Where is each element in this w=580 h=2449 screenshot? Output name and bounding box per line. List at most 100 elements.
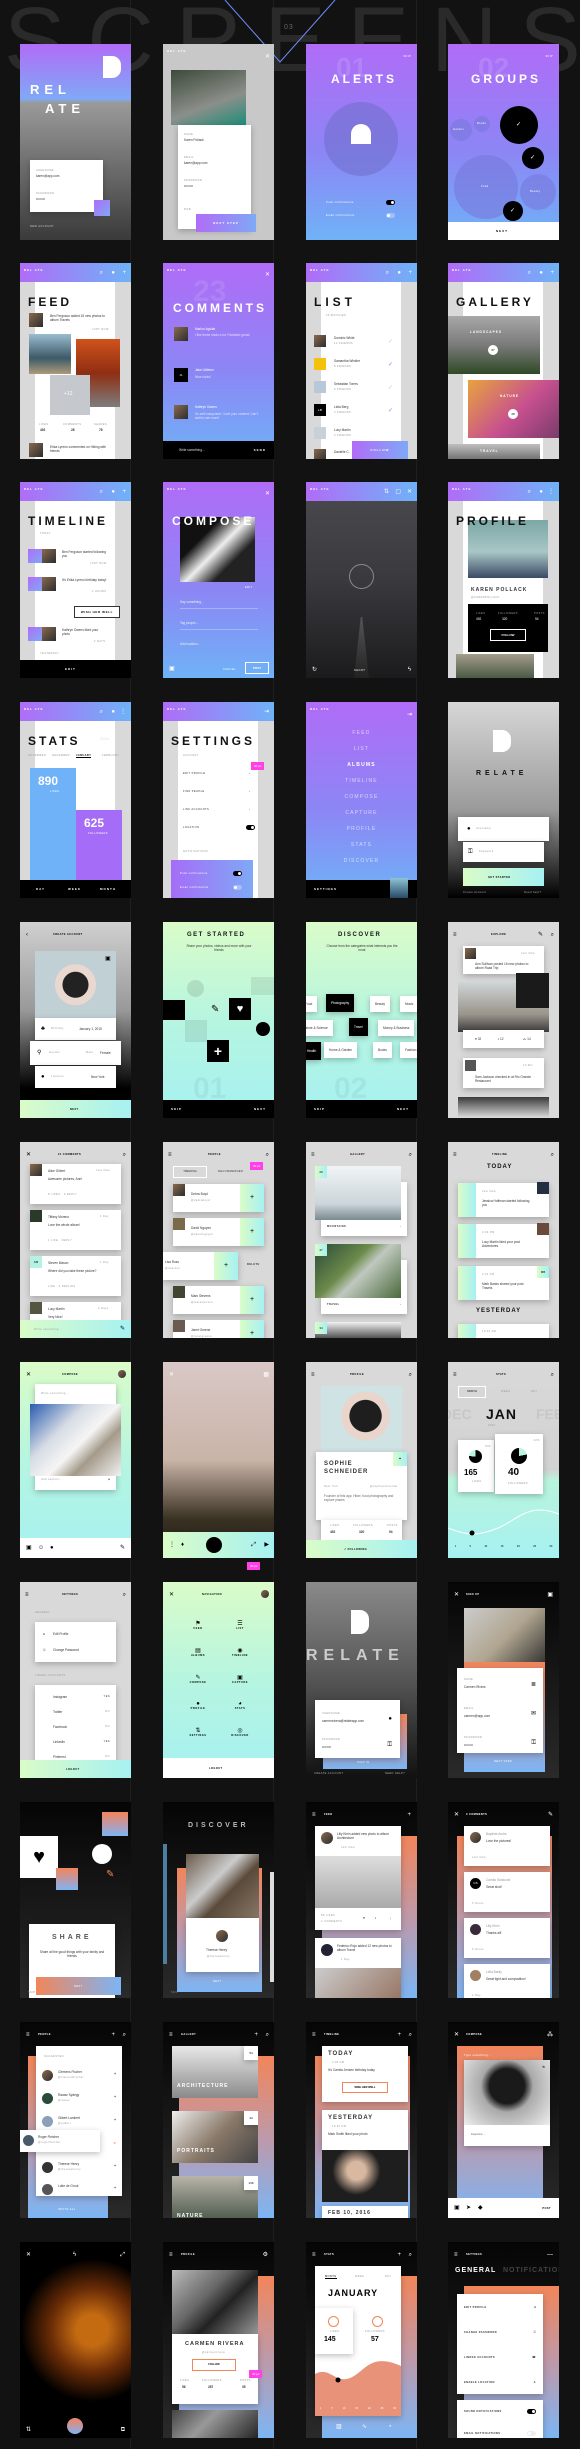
category-chip[interactable]: Home & Garden <box>324 1042 358 1058</box>
compose-input[interactable]: Write something... <box>41 1392 69 1395</box>
enable-location-item[interactable]: ENABLE LOCATION <box>464 2381 495 2384</box>
shutter-button[interactable] <box>206 1537 222 1553</box>
user-avatar[interactable] <box>390 878 408 898</box>
camera-icon[interactable]: ▣ <box>26 1545 32 1551</box>
logout-button[interactable]: LOGOUT <box>20 1760 131 1778</box>
menu-item[interactable]: COMPOSE <box>306 794 417 810</box>
remove-person-button[interactable]: ✕ <box>113 2141 116 2145</box>
flip-icon[interactable]: ⇅ <box>26 2427 31 2433</box>
instagram-item[interactable]: Instagram <box>53 1695 67 1699</box>
avatar[interactable] <box>537 1182 549 1194</box>
next-button[interactable]: NEXT <box>36 1977 121 1995</box>
avatar[interactable] <box>173 1320 185 1332</box>
password-field[interactable]: ⚿ Password <box>463 842 544 862</box>
shoot-button[interactable]: SHOOT <box>354 669 365 672</box>
add-person-button[interactable]: + <box>114 2186 116 2190</box>
add-friend-button[interactable]: + <box>214 1252 238 1280</box>
grid-icon[interactable]: ▦ <box>263 1372 269 1378</box>
category-chip[interactable]: Fashion <box>400 1042 417 1058</box>
like-button[interactable]: ♥ <box>363 1916 365 1920</box>
grid-icon[interactable]: ▢ <box>395 489 401 495</box>
avatar[interactable] <box>216 1930 228 1942</box>
add-icon[interactable]: + <box>397 2252 401 2258</box>
camera-icon[interactable]: ▣ <box>547 1592 553 1598</box>
linked-accounts-item[interactable]: LINKED ACCOUNTS <box>464 2356 495 2359</box>
menu-item-active[interactable]: ALBUMS <box>306 762 417 778</box>
next-button[interactable]: NEXT <box>254 1107 266 1111</box>
add-person-button[interactable]: + <box>114 2164 116 2168</box>
close-icon[interactable]: ✕ <box>454 1592 459 1598</box>
add-person-button[interactable]: + <box>114 2095 116 2099</box>
message-icon[interactable]: ▪ <box>393 1452 407 1466</box>
check-icon[interactable]: ✓ <box>388 362 393 368</box>
avatar[interactable] <box>173 1184 185 1196</box>
nav-item-discover[interactable]: ◎ DISCOVER <box>219 1727 261 1737</box>
search-icon[interactable]: ⌕ <box>266 2032 269 2038</box>
menu-icon[interactable]: ≡ <box>169 2032 173 2038</box>
add-person-button[interactable]: + <box>114 2072 116 2076</box>
menu-icon[interactable]: ≡ <box>169 2252 173 2258</box>
avatar[interactable] <box>42 2070 53 2081</box>
avatar[interactable] <box>42 2184 53 2195</box>
tab-trending[interactable]: TRENDING <box>173 1166 207 1178</box>
avatar[interactable] <box>42 2116 53 2127</box>
avatar[interactable] <box>390 2052 402 2064</box>
search-icon[interactable]: ⌕ <box>386 270 389 276</box>
location-icon[interactable]: ● <box>50 1545 54 1551</box>
user-avatar[interactable] <box>118 1370 126 1378</box>
avatar[interactable] <box>537 1223 549 1235</box>
timeline-photo[interactable] <box>322 2150 408 2202</box>
like-button[interactable]: ♥ 32 <box>475 1037 481 1041</box>
month-tab[interactable]: DECEMBER <box>52 754 70 757</box>
help-link[interactable]: NEED HELP? <box>385 1772 405 1775</box>
search-icon[interactable]: ⌕ <box>100 709 103 715</box>
prev-month[interactable]: DEC <box>448 1406 472 1422</box>
nav-item-feed[interactable]: ⚑ FEED <box>177 1620 219 1630</box>
image-icon[interactable]: ▣ <box>454 2205 460 2211</box>
avatar[interactable] <box>314 358 326 370</box>
post-button[interactable]: POST <box>245 662 269 674</box>
nav-item-compose[interactable]: ✎ COMPOSE <box>177 1674 219 1684</box>
more-icon[interactable]: ⋮ <box>169 1542 175 1548</box>
twitter-item[interactable]: Twitter <box>53 1710 62 1714</box>
close-icon[interactable]: ✕ <box>26 1372 31 1378</box>
location-input[interactable]: Add location... <box>180 642 200 646</box>
add-icon[interactable]: + <box>397 2032 401 2038</box>
add-friend-button[interactable]: + <box>240 1286 264 1314</box>
close-icon[interactable]: ✕ <box>26 1152 31 1158</box>
switch-camera-icon[interactable]: ⤢ <box>120 2252 125 2258</box>
album-architecture[interactable]: ARCHITECTURE 54 <box>172 2046 258 2098</box>
menu-item[interactable]: LIST <box>306 746 417 762</box>
avatar[interactable] <box>173 1286 185 1298</box>
invite-all-button[interactable]: INVITE ALL <box>58 2208 76 2211</box>
birthday-field[interactable]: ♣ Birthday January 1, 2015 <box>35 1018 116 1040</box>
next-button[interactable]: NEXT <box>448 222 559 240</box>
nav-item-profile[interactable]: ● PROFILE <box>177 1701 219 1710</box>
username-input[interactable]: karen@app.com <box>36 174 59 178</box>
search-icon[interactable]: ⌕ <box>409 2252 412 2258</box>
tag-icon[interactable]: ◆ <box>478 2205 483 2211</box>
add-icon[interactable]: + <box>111 2032 115 2038</box>
avatar[interactable] <box>470 1924 481 1935</box>
avatar[interactable] <box>173 1218 185 1230</box>
nav-item-stats[interactable]: ◕ STATS <box>219 1701 261 1710</box>
menu-item[interactable]: PROFILE <box>306 826 417 842</box>
link-accounts-item[interactable]: LINK ACCOUNTS <box>183 808 209 811</box>
bell-icon[interactable]: ● <box>111 489 115 495</box>
album-travel[interactable]: TRAVEL <box>448 444 540 459</box>
nav-item-settings[interactable]: ⇅ SETTINGS <box>177 1727 219 1737</box>
add-icon[interactable]: + <box>122 270 126 276</box>
add-icon[interactable]: + <box>407 1812 411 1818</box>
check-icon[interactable]: ✓ <box>388 339 393 345</box>
comment-input[interactable]: Write something... <box>34 1328 62 1331</box>
flash-icon[interactable]: ϟ <box>73 2252 76 2258</box>
category-chip[interactable]: Music <box>400 996 417 1012</box>
next-step-button[interactable]: NEXT STEP <box>196 214 256 232</box>
add-photo-icon[interactable]: ▣ <box>169 666 175 672</box>
profile-photo[interactable] <box>172 2410 258 2438</box>
send-button[interactable]: SEND <box>254 448 266 452</box>
tab-week[interactable]: WEEK <box>501 1390 510 1393</box>
search-icon[interactable]: ⌕ <box>266 1152 269 1158</box>
avatar[interactable] <box>174 327 188 341</box>
filter-icon[interactable]: ≡ <box>453 932 457 938</box>
